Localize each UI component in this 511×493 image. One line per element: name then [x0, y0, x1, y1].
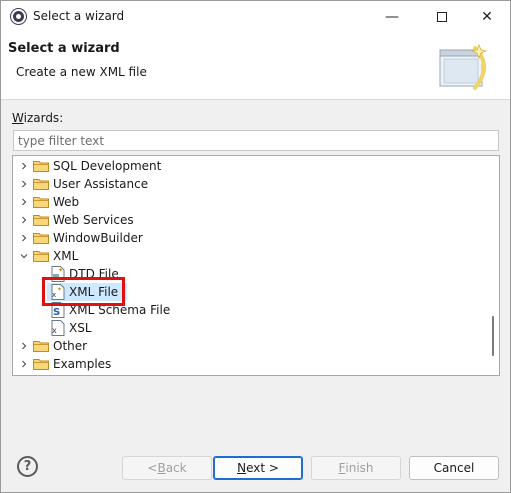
folder-icon — [33, 160, 49, 172]
tree-folder-item[interactable]: SQL Development — [13, 157, 483, 175]
svg-text:✦: ✦ — [58, 267, 63, 274]
chevron-right-icon[interactable] — [19, 179, 29, 189]
folder-icon — [33, 358, 49, 370]
folder-icon — [33, 340, 49, 352]
tree-folder-item[interactable]: XML — [13, 247, 483, 265]
tree-item-label: Web Services — [53, 213, 134, 227]
banner-title: Select a wizard — [8, 41, 120, 56]
chevron-right-icon[interactable] — [19, 161, 29, 171]
tree-item-label: Web — [53, 195, 80, 209]
tree-folder-item[interactable]: User Assistance — [13, 175, 483, 193]
filter-input[interactable] — [13, 130, 499, 151]
wizard-tree[interactable]: SQL Development User Assistance Web Web Ser… — [12, 155, 500, 376]
wizards-label: Wizards: — [12, 111, 64, 125]
tree-folder-item[interactable]: Other — [13, 337, 483, 355]
tree-item-label: Examples — [53, 357, 112, 371]
chevron-right-icon[interactable] — [19, 215, 29, 225]
tree-item-label: SQL Development — [53, 159, 162, 173]
back-button[interactable]: < Back — [122, 456, 212, 480]
title-bar: Select a wizard — ✕ — [1, 1, 510, 32]
eclipse-app-icon — [11, 9, 26, 24]
annotation-highlight-box — [42, 277, 125, 306]
tree-file-item[interactable]: x XSL — [13, 319, 483, 337]
tree-scrollbar-thumb[interactable] — [492, 316, 494, 356]
wizard-banner: Select a wizard Create a new XML file — [1, 32, 510, 100]
folder-open-icon — [33, 250, 49, 262]
minimize-button[interactable]: — — [369, 1, 415, 32]
chevron-right-icon[interactable] — [19, 197, 29, 207]
tree-item-label: Other — [53, 339, 88, 353]
chevron-right-icon[interactable] — [19, 359, 29, 369]
help-button[interactable]: ? — [17, 456, 38, 477]
chevron-right-icon[interactable] — [19, 233, 29, 243]
banner-subtitle: Create a new XML file — [16, 65, 147, 79]
tree-item-label: XSL — [69, 321, 92, 335]
svg-text:S: S — [53, 307, 60, 318]
xsl-file-icon: x — [51, 320, 65, 336]
maximize-icon — [437, 11, 447, 22]
wizard-banner-icon — [439, 43, 488, 90]
tree-item-label: User Assistance — [53, 177, 149, 191]
close-button[interactable]: ✕ — [464, 1, 510, 32]
tree-folder-item[interactable]: Web Services — [13, 211, 483, 229]
finish-button[interactable]: Finish — [311, 456, 401, 480]
folder-icon — [33, 232, 49, 244]
folder-icon — [33, 178, 49, 190]
folder-icon — [33, 196, 49, 208]
next-button[interactable]: Next > — [213, 456, 303, 480]
cancel-button[interactable]: Cancel — [409, 456, 499, 480]
svg-text:x: x — [52, 326, 57, 335]
window-title: Select a wizard — [33, 9, 125, 23]
tree-folder-item[interactable]: Examples — [13, 355, 483, 373]
tree-folder-item[interactable]: Web — [13, 193, 483, 211]
folder-icon — [33, 214, 49, 226]
tree-folder-item[interactable]: WindowBuilder — [13, 229, 483, 247]
maximize-button[interactable] — [419, 1, 465, 32]
chevron-down-icon[interactable] — [19, 251, 29, 261]
wizard-dialog: Select a wizard — ✕ Select a wizard Crea… — [0, 0, 511, 493]
tree-item-label: XML — [53, 249, 79, 263]
chevron-right-icon[interactable] — [19, 341, 29, 351]
tree-item-label: WindowBuilder — [53, 231, 143, 245]
